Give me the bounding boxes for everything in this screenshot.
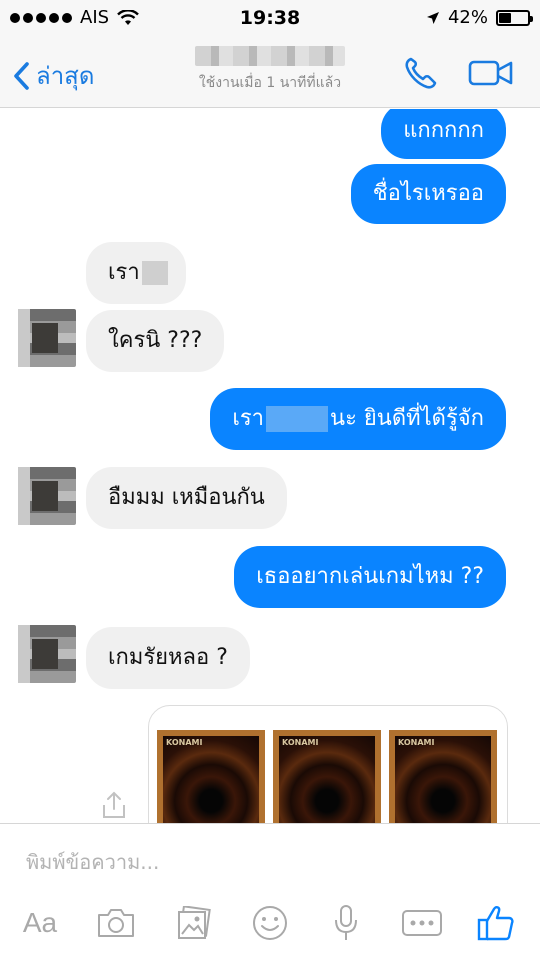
message-text: ชื่อไรเหรออ: [372, 181, 484, 206]
message-text: เธออยากเล่นเกมไหม ??: [256, 564, 484, 589]
message-incoming[interactable]: อืมมม เหมือนกัน: [86, 467, 287, 529]
gallery-icon: [178, 906, 211, 939]
more-button[interactable]: [398, 899, 446, 947]
message-text: เกมรัยหลอ ?: [108, 645, 228, 670]
aa-label: Aa: [22, 907, 58, 938]
message-outgoing[interactable]: เรา นะ ยินดีที่ได้รู้จัก: [210, 388, 506, 450]
message-text: เรา: [232, 406, 265, 431]
avatar[interactable]: [18, 625, 76, 683]
message-text: แกกกกก: [403, 118, 484, 143]
camera-button[interactable]: [92, 899, 140, 947]
emoji-icon: [253, 906, 287, 940]
conversation-header: ล่าสุด ใช้งานเมื่อ 1 นาทีที่แล้ว: [0, 36, 540, 108]
message-input[interactable]: [26, 842, 506, 882]
phone-icon: [405, 57, 437, 89]
redacted-name: [266, 406, 329, 432]
battery-percent: 42%: [447, 7, 488, 28]
message-outgoing[interactable]: แกกกกก: [381, 109, 506, 159]
message-text: ใครนิ ???: [108, 328, 203, 353]
card-image: KONAMI: [273, 730, 381, 823]
back-label: ล่าสุด: [36, 62, 95, 90]
location-arrow-icon: [426, 11, 439, 24]
message-text: นะ ยินดีที่ได้รู้จัก: [330, 406, 484, 431]
redacted-name: [141, 261, 168, 285]
call-button[interactable]: [402, 56, 442, 90]
microphone-icon: [335, 905, 357, 940]
text-format-button[interactable]: Aa: [14, 899, 66, 947]
composer: [0, 823, 540, 899]
more-icon: [402, 910, 442, 936]
status-right: 42%: [426, 7, 533, 28]
message-incoming[interactable]: เกมรัยหลอ ?: [86, 627, 250, 689]
gallery-button[interactable]: [170, 899, 218, 947]
composer-toolbar: Aa: [0, 899, 540, 960]
message-outgoing[interactable]: เธออยากเล่นเกมไหม ??: [234, 546, 506, 608]
battery-icon: [496, 9, 533, 26]
chevron-left-icon: [14, 61, 29, 90]
avatar[interactable]: [18, 309, 76, 367]
status-bar: AIS 19:38 42%: [0, 0, 540, 36]
card-brand-label: KONAMI: [282, 738, 319, 747]
voice-button[interactable]: [322, 899, 370, 947]
thumbs-up-icon: [477, 906, 514, 941]
message-incoming[interactable]: ใครนิ ???: [86, 310, 225, 372]
message-incoming[interactable]: เรา: [86, 242, 186, 304]
back-button[interactable]: ล่าสุด: [12, 56, 94, 95]
video-camera-icon: [468, 60, 513, 86]
contact-name-redacted: [195, 46, 345, 66]
card-image: KONAMI: [157, 730, 265, 823]
camera-icon: [98, 909, 134, 937]
card-image: KONAMI: [389, 730, 497, 823]
message-text: อืมมม เหมือนกัน: [108, 485, 265, 510]
share-icon[interactable]: [98, 789, 130, 821]
card-brand-label: KONAMI: [398, 738, 435, 747]
contact-info[interactable]: ใช้งานเมื่อ 1 นาทีที่แล้ว: [160, 46, 380, 94]
video-call-button[interactable]: [468, 58, 514, 88]
message-outgoing[interactable]: ชื่อไรเหรออ: [350, 164, 506, 224]
emoji-button[interactable]: [246, 899, 294, 947]
active-status: ใช้งานเมื่อ 1 นาทีที่แล้ว: [198, 75, 342, 91]
message-text: เรา: [108, 260, 140, 285]
like-button[interactable]: [472, 899, 520, 947]
message-thread[interactable]: แกกกกก ชื่อไรเหรออ เรา ใครนิ ??? เรานะ ย…: [0, 109, 540, 823]
avatar[interactable]: [18, 467, 76, 525]
image-attachment[interactable]: KONAMI KONAMI KONAMI: [148, 705, 508, 823]
card-brand-label: KONAMI: [166, 738, 203, 747]
